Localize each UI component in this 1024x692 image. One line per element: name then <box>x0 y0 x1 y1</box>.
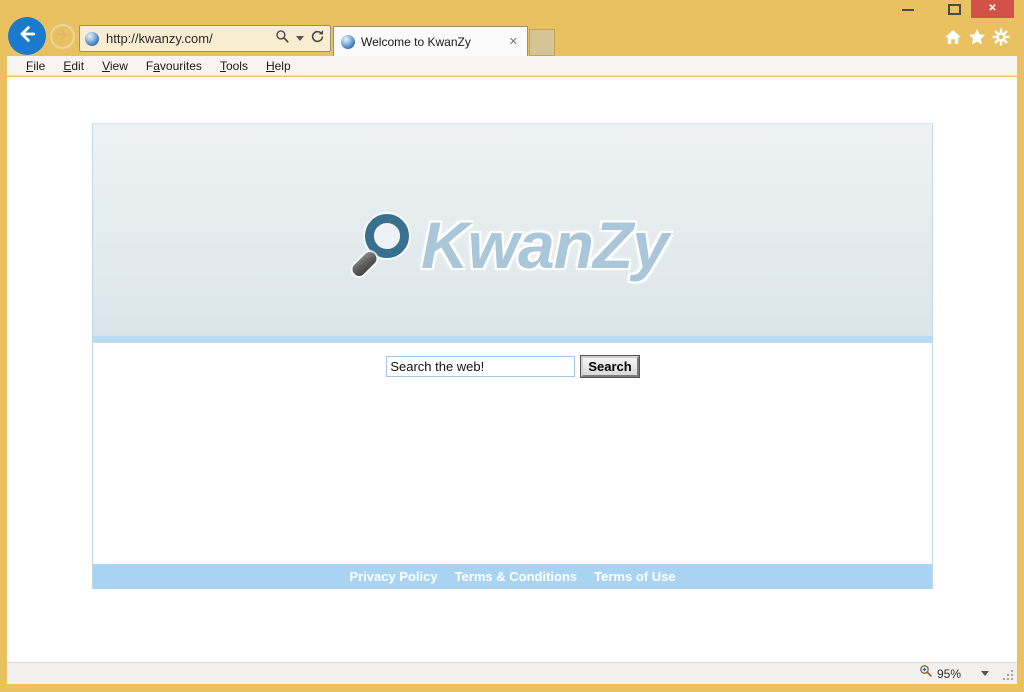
menu-file[interactable]: File <box>17 59 54 73</box>
home-icon[interactable] <box>944 28 962 46</box>
resize-grip[interactable] <box>1011 670 1013 672</box>
browser-window: ✕ http://kwanzy.com/ Welcome to KwanZy ✕ <box>0 0 1024 692</box>
forward-button[interactable] <box>50 24 75 49</box>
zoom-dropdown-caret[interactable] <box>981 671 989 676</box>
url-text[interactable]: http://kwanzy.com/ <box>99 31 275 46</box>
refresh-icon[interactable] <box>310 29 325 49</box>
menu-edit[interactable]: Edit <box>54 59 93 73</box>
settings-gear-icon[interactable] <box>992 28 1010 46</box>
search-button[interactable]: Search <box>581 356 638 377</box>
page-viewport: KwanZy Search Privacy Policy Terms & Con… <box>7 77 1017 662</box>
zoom-level[interactable]: 95% <box>937 667 961 681</box>
site-globe-icon <box>85 32 99 46</box>
menu-tools[interactable]: Tools <box>211 59 257 73</box>
content-column: KwanZy Search Privacy Policy Terms & Con… <box>92 123 933 589</box>
tab-close-icon[interactable]: ✕ <box>507 35 520 48</box>
footer-link-privacy-policy[interactable]: Privacy Policy <box>349 569 437 584</box>
footer-bar: Privacy Policy Terms & Conditions Terms … <box>93 564 932 589</box>
footer-link-terms-of-use[interactable]: Terms of Use <box>594 569 675 584</box>
zoom-magnifier-icon <box>919 664 933 683</box>
address-bar[interactable]: http://kwanzy.com/ <box>79 25 331 52</box>
footer-link-terms-conditions[interactable]: Terms & Conditions <box>455 569 578 584</box>
search-input[interactable] <box>386 356 575 377</box>
divider-bar <box>93 336 932 343</box>
new-tab-button[interactable] <box>529 29 555 56</box>
site-logo: KwanZy <box>357 207 668 283</box>
tab-title: Welcome to KwanZy <box>355 35 507 49</box>
favorites-star-icon[interactable] <box>968 28 986 46</box>
minimize-button[interactable] <box>902 9 914 11</box>
maximize-button[interactable] <box>948 4 961 15</box>
back-arrow-icon <box>16 23 38 50</box>
close-button[interactable]: ✕ <box>971 0 1014 18</box>
logo-text: KwanZy <box>421 207 668 283</box>
menu-bar: File Edit View Favourites Tools Help <box>7 56 1017 76</box>
address-search-icon[interactable] <box>275 29 290 49</box>
browser-tab[interactable]: Welcome to KwanZy ✕ <box>333 26 528 56</box>
menu-help[interactable]: Help <box>257 59 300 73</box>
address-dropdown-caret[interactable] <box>296 36 304 41</box>
menu-favourites[interactable]: Favourites <box>137 59 211 73</box>
magnifier-logo-icon <box>357 214 411 268</box>
magnifier-handle <box>350 250 379 279</box>
status-bar: 95% <box>7 662 1017 684</box>
search-section: Search <box>93 343 932 564</box>
menu-view[interactable]: View <box>93 59 137 73</box>
tab-favicon <box>341 35 355 49</box>
back-button[interactable] <box>8 17 46 55</box>
forward-arrow-icon <box>55 27 70 47</box>
hero-section: KwanZy <box>93 124 932 336</box>
